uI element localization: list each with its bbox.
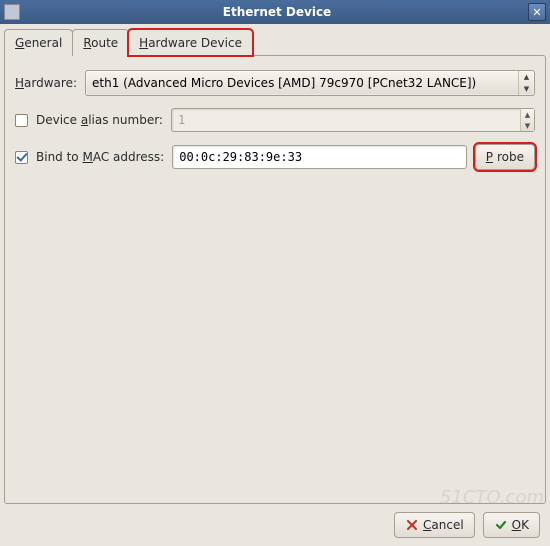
device-alias-spin-buttons: ▲ ▼ <box>520 109 534 131</box>
tab-general[interactable]: General <box>4 29 73 56</box>
tab-panel-hardware: Hardware: eth1 (Advanced Micro Devices [… <box>4 55 546 504</box>
chevron-down-icon: ▼ <box>519 83 534 95</box>
hardware-combobox-spinner[interactable]: ▲ ▼ <box>518 71 534 95</box>
close-icon: ✕ <box>532 6 541 19</box>
window-icon <box>4 4 20 20</box>
tab-hardware-rest: ardware Device <box>148 36 242 50</box>
label-hardware: Hardware: <box>15 76 77 90</box>
row-bind-mac: Bind to MAC address: 00:0c:29:83:9e:33 P… <box>15 144 535 170</box>
chevron-up-icon: ▲ <box>521 109 534 120</box>
chevron-up-icon: ▲ <box>519 71 534 83</box>
cancel-button[interactable]: Cancel <box>394 512 475 538</box>
hardware-combobox[interactable]: eth1 (Advanced Micro Devices [AMD] 79c97… <box>85 70 535 96</box>
dialog-footer: Cancel OK <box>4 504 546 542</box>
tab-route-rest: oute <box>91 36 118 50</box>
probe-button[interactable]: Probe <box>475 144 535 170</box>
hardware-combobox-value: eth1 (Advanced Micro Devices [AMD] 79c97… <box>86 71 518 95</box>
tab-general-rest: eneral <box>24 36 62 50</box>
tab-strip: General Route Hardware Device <box>4 28 546 55</box>
cancel-rest: ancel <box>431 518 463 532</box>
titlebar: Ethernet Device ✕ <box>0 0 550 24</box>
row-hardware: Hardware: eth1 (Advanced Micro Devices [… <box>15 70 535 96</box>
mac-address-input[interactable]: 00:0c:29:83:9e:33 <box>172 145 467 169</box>
window-title: Ethernet Device <box>26 5 528 19</box>
device-alias-value: 1 <box>172 109 520 131</box>
label-bind-mac: Bind to MAC address: <box>36 150 164 164</box>
tab-route[interactable]: Route <box>72 29 129 56</box>
row-device-alias: Device alias number: 1 ▲ ▼ <box>15 108 535 132</box>
ok-button[interactable]: OK <box>483 512 540 538</box>
close-button[interactable]: ✕ <box>528 3 546 21</box>
window-body: General Route Hardware Device Hardware: … <box>0 24 550 546</box>
mac-address-value: 00:0c:29:83:9e:33 <box>173 146 466 168</box>
device-alias-spinbox: 1 ▲ ▼ <box>171 108 535 132</box>
chevron-down-icon: ▼ <box>521 120 534 131</box>
device-alias-checkbox[interactable] <box>15 114 28 127</box>
tab-hardware-device[interactable]: Hardware Device <box>128 29 253 56</box>
bind-mac-checkbox[interactable] <box>15 151 28 164</box>
probe-rest: robe <box>497 150 524 164</box>
ok-icon <box>494 518 508 532</box>
ok-rest: K <box>521 518 529 532</box>
cancel-icon <box>405 518 419 532</box>
label-device-alias: Device alias number: <box>36 113 163 127</box>
